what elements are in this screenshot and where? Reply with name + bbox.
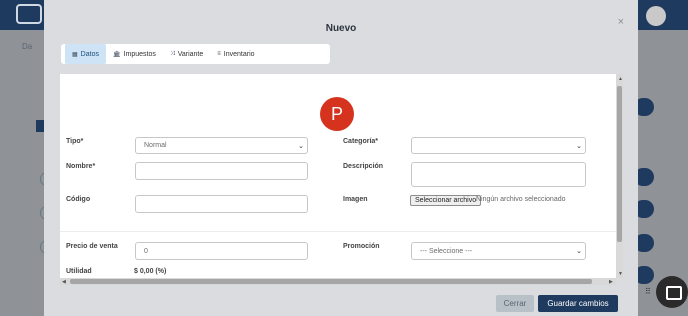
utilidad-label: Utilidad — [66, 268, 92, 275]
chat-icon[interactable] — [656, 276, 688, 308]
promocion-label: Promoción — [343, 243, 380, 250]
chevron-down-icon: ⌄ — [576, 248, 582, 255]
new-product-modal: Nuevo × ▦ Datos 🏛 Impuestos ⤨ Variante ≡… — [44, 0, 638, 316]
chevron-down-icon: ⌄ — [298, 142, 304, 150]
apps-grid-icon[interactable]: ⠿ — [645, 288, 651, 296]
id-card-icon: ▦ — [72, 51, 78, 58]
horizontal-scrollbar-thumb[interactable] — [70, 279, 592, 284]
tab-inventario[interactable]: ≡ Inventario — [210, 44, 261, 64]
codigo-input[interactable] — [135, 195, 308, 213]
app-logo — [16, 4, 42, 24]
modal-tabs: ▦ Datos 🏛 Impuestos ⤨ Variante ≡ Inventa… — [61, 44, 330, 64]
scroll-down-icon[interactable]: ▼ — [618, 271, 623, 277]
save-changes-button[interactable]: Guardar cambios — [538, 295, 618, 312]
promocion-value: --- Seleccione --- — [420, 247, 473, 255]
tipo-select[interactable]: Normal ⌄ — [135, 137, 308, 154]
modal-title: Nuevo — [325, 23, 357, 34]
tab-label: Inventario — [223, 50, 255, 58]
chevron-down-icon: ⌄ — [576, 142, 582, 150]
categoria-label: Categoría* — [343, 138, 379, 145]
precio-venta-label: Precio de venta — [66, 243, 118, 250]
scroll-left-icon[interactable]: ◀ — [62, 279, 66, 285]
tab-label: Impuestos — [123, 50, 156, 58]
descripcion-label: Descripción — [343, 163, 384, 170]
close-button[interactable]: Cerrar — [496, 295, 534, 312]
nombre-input[interactable] — [135, 162, 308, 180]
background-side-marker — [36, 120, 44, 132]
bank-icon: 🏛 — [112, 51, 121, 58]
nombre-label: Nombre* — [66, 163, 96, 170]
background-breadcrumb: Da — [22, 42, 33, 51]
utilidad-value: $ 0,00 (%) — [134, 268, 167, 275]
choose-file-button[interactable]: Seleccionar archivo — [410, 195, 482, 206]
descripcion-textarea[interactable] — [411, 162, 586, 187]
promocion-select[interactable]: --- Seleccione --- ⌄ — [411, 242, 586, 260]
scroll-right-icon[interactable]: ▶ — [609, 279, 613, 285]
precio-venta-input[interactable]: 0 — [135, 242, 308, 260]
tab-variante[interactable]: ⤨ Variante — [163, 44, 210, 64]
section-divider — [60, 231, 616, 232]
tab-datos[interactable]: ▦ Datos — [65, 44, 106, 64]
codigo-label: Código — [66, 196, 91, 203]
shuffle-icon: ⤨ — [169, 50, 175, 57]
file-status-text: Ningún archivo seleccionado — [476, 196, 566, 203]
categoria-select[interactable]: ⌄ — [411, 137, 586, 154]
scroll-up-icon[interactable]: ▲ — [618, 76, 623, 82]
tab-label: Variante — [177, 50, 204, 58]
precio-venta-placeholder: 0 — [144, 247, 148, 255]
tab-label: Datos — [80, 50, 99, 58]
list-icon: ≡ — [217, 51, 221, 57]
tipo-label: Tipo* — [66, 138, 84, 145]
form-panel: P Tipo* Normal ⌄ Categoría* ⌄ Nombre* De… — [60, 74, 616, 278]
user-avatar[interactable] — [646, 6, 666, 26]
imagen-label: Imagen — [343, 196, 368, 203]
tab-impuestos[interactable]: 🏛 Impuestos — [106, 44, 163, 64]
vertical-scrollbar-thumb[interactable] — [617, 86, 622, 242]
product-avatar: P — [320, 97, 354, 131]
close-icon[interactable]: × — [618, 16, 624, 28]
tipo-value: Normal — [144, 142, 167, 149]
